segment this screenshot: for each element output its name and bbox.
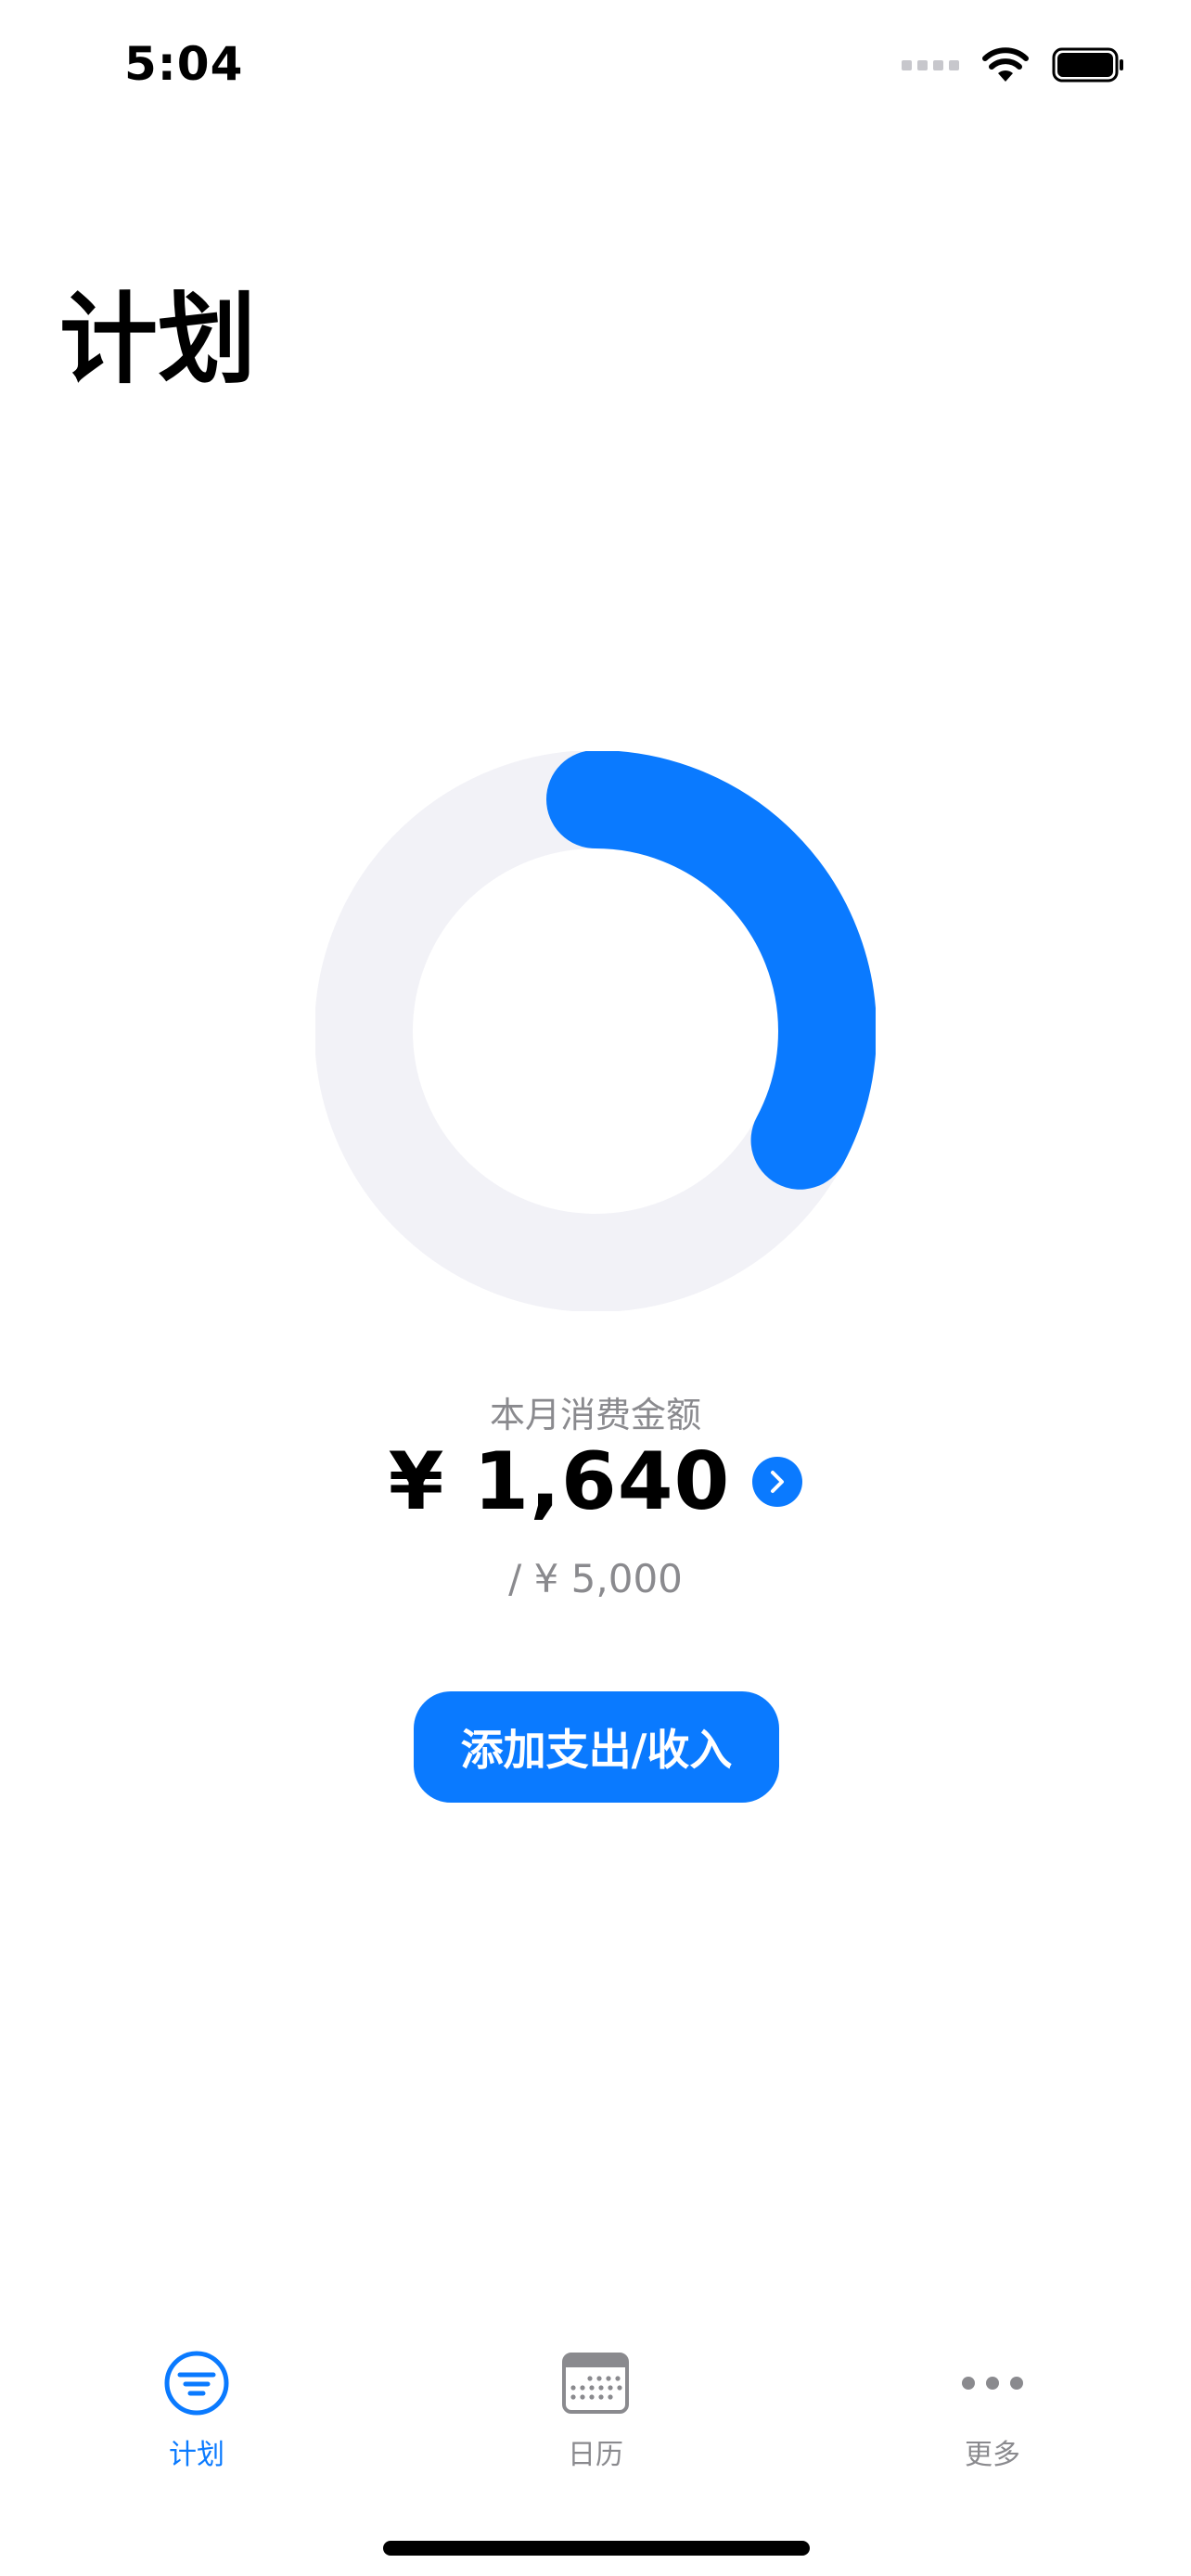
amount-row: ¥ 1,640: [0, 1435, 1191, 1528]
home-indicator: [383, 2541, 810, 2556]
tab-more-label: 更多: [965, 2439, 1020, 2471]
status-icons: [902, 46, 1126, 83]
monthly-budget: / ¥ 5,000: [508, 1556, 683, 1601]
wifi-icon: [981, 46, 1030, 83]
monthly-spend-label: 本月消费金额: [489, 1395, 701, 1435]
budget-progress-ring: [315, 751, 876, 1311]
more-ellipsis-icon: [959, 2346, 1026, 2420]
plan-list-icon: [163, 2346, 230, 2420]
tab-calendar[interactable]: 日历: [484, 2346, 707, 2494]
battery-icon: [1052, 47, 1126, 83]
tab-plan[interactable]: 计划: [85, 2346, 308, 2494]
tab-calendar-label: 日历: [568, 2439, 623, 2471]
tab-bar: 计划 日历 更多: [0, 2346, 1191, 2494]
status-time: 5:04: [124, 37, 244, 91]
chevron-right-icon[interactable]: [752, 1457, 803, 1507]
page-title: 计划: [59, 283, 256, 397]
cellular-signal-icon: [902, 59, 959, 70]
monthly-spend-amount: ¥ 1,640: [388, 1435, 731, 1528]
status-bar: 5:04: [0, 0, 1191, 139]
tab-plan-label: 计划: [169, 2439, 224, 2471]
tab-more[interactable]: 更多: [881, 2346, 1104, 2494]
add-expense-income-button[interactable]: 添加支出/收入: [414, 1691, 779, 1803]
calendar-icon: [562, 2346, 629, 2420]
